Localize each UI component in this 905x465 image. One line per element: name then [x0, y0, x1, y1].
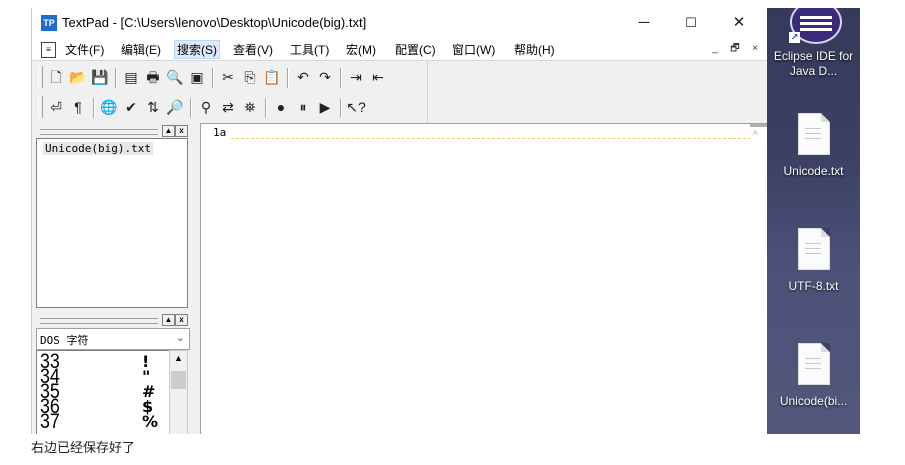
web-browser-icon[interactable]: 🌐	[99, 97, 119, 117]
editor-vertical-scrollbar[interactable]: ^	[750, 124, 767, 434]
text-file-icon[interactable]	[798, 113, 830, 155]
indent-icon[interactable]: ⇥	[346, 67, 366, 87]
toolbar-separator	[340, 68, 342, 88]
toolbar-separator	[93, 98, 95, 118]
save-all-icon[interactable]: ▤	[121, 67, 141, 87]
menu-search[interactable]: 搜索(S)	[174, 40, 220, 59]
print-preview-icon[interactable]: 🔍	[165, 67, 185, 87]
file-list-item[interactable]: Unicode(big).txt	[43, 142, 153, 155]
clip-code: 37	[40, 410, 60, 433]
clip-pane-grip	[40, 318, 158, 324]
mdi-minimize-button[interactable]: _	[708, 42, 722, 55]
clip-list-scrollbar[interactable]: ▲	[169, 350, 188, 434]
pause-macro-icon[interactable]: ⏸	[293, 97, 313, 117]
sort-icon[interactable]: ⇅	[143, 97, 163, 117]
desktop-label-unicode[interactable]: Unicode.txt	[767, 164, 860, 179]
clip-char: %	[142, 412, 159, 431]
menu-help[interactable]: 帮助(H)	[512, 41, 557, 58]
record-macro-icon[interactable]: ●	[271, 97, 291, 117]
toolbar-separator	[115, 68, 117, 88]
menu-window[interactable]: 窗口(W)	[450, 41, 497, 58]
toolbar-separator	[340, 98, 342, 118]
undo-icon[interactable]: ↶	[293, 67, 313, 87]
file-pane-close-button[interactable]: x	[175, 125, 188, 137]
toolbar-separator	[287, 68, 289, 88]
replace-icon[interactable]: ⇄	[218, 97, 238, 117]
desktop-label-unicode-big[interactable]: Unicode(bi...	[767, 394, 860, 409]
window-title: TextPad - [C:\Users\lenovo\Desktop\Unico…	[62, 15, 367, 30]
toolbar-separator	[265, 98, 267, 118]
menu-file[interactable]: 文件(F)	[63, 41, 106, 58]
search-toolbar: ⏎ ¶ 🌐 ✔ ⇅ 🔎 ⚲ ⇄ ⛯ ● ⏸ ▶ ↖?	[46, 97, 446, 119]
editor-line[interactable]: 1a	[213, 126, 226, 139]
current-line-indicator	[231, 138, 751, 139]
desktop-background: ↗ Eclipse IDE for Java D... Unicode.txt …	[767, 8, 860, 434]
clip-pane-header[interactable]: ▲ x	[36, 314, 188, 326]
eclipse-label-text: Eclipse IDE for Java D...	[773, 49, 854, 78]
scroll-up-icon[interactable]: ^	[753, 130, 758, 141]
find-icon[interactable]: ⚲	[196, 97, 216, 117]
spell-check-icon[interactable]: ✔	[121, 97, 141, 117]
copy-icon[interactable]: ⎘	[240, 67, 260, 87]
menu-macros[interactable]: 宏(M)	[344, 41, 378, 58]
mdi-close-button[interactable]: ×	[748, 42, 762, 55]
document-menu-icon[interactable]: ≡	[41, 42, 56, 58]
cut-icon[interactable]: ✂	[218, 67, 238, 87]
save-icon[interactable]: 💾	[90, 67, 110, 87]
standard-toolbar: 🗋 📂 💾 ▤ 🖶 🔍 ▣ ✂ ⎘ 📋 ↶ ↷ ⇥ ⇤	[46, 67, 446, 89]
chevron-down-icon: ⌄	[175, 332, 185, 344]
title-bar[interactable]: TP TextPad - [C:\Users\lenovo\Desktop\Un…	[32, 8, 767, 38]
redo-icon[interactable]: ↷	[315, 67, 335, 87]
file-pane-grip	[40, 129, 158, 135]
outdent-icon[interactable]: ⇤	[368, 67, 388, 87]
scroll-up-icon[interactable]: ▲	[172, 353, 185, 365]
textpad-window: TP TextPad - [C:\Users\lenovo\Desktop\Un…	[31, 8, 767, 434]
mdi-restore-button[interactable]: 🗗	[728, 42, 742, 55]
minimize-button[interactable]: ─	[621, 8, 667, 38]
new-file-icon[interactable]: 🗋	[46, 67, 66, 87]
paste-icon[interactable]: 📋	[262, 67, 282, 87]
toolbar-separator	[190, 98, 192, 118]
context-help-icon[interactable]: ↖?	[346, 97, 366, 117]
text-file-icon[interactable]	[798, 343, 830, 385]
textpad-app-icon[interactable]: TP	[41, 15, 57, 31]
open-file-icon[interactable]: 📂	[68, 67, 88, 87]
menu-configure[interactable]: 配置(C)	[393, 41, 438, 58]
clip-library-selected: DOS 字符	[40, 334, 89, 347]
clip-pane-close-button[interactable]: x	[175, 314, 188, 326]
workspace-icon[interactable]: ▣	[187, 67, 207, 87]
toolbar-separator	[212, 68, 214, 88]
file-pane-header[interactable]: ▲ x	[36, 125, 188, 137]
document-selector-pane: Unicode(big).txt	[36, 138, 188, 308]
scroll-thumb[interactable]	[171, 371, 186, 389]
toolbar-grip[interactable]	[38, 66, 43, 88]
play-macro-icon[interactable]: ▶	[315, 97, 335, 117]
show-paragraph-icon[interactable]: ¶	[68, 97, 88, 117]
editor-area[interactable]: 1a ^	[200, 123, 767, 434]
clip-library-select[interactable]: DOS 字符 ⌄	[36, 328, 190, 350]
menu-tools[interactable]: 工具(T)	[288, 41, 331, 58]
toolbar-divider	[427, 61, 428, 125]
print-icon[interactable]: 🖶	[143, 67, 163, 87]
file-pane-up-button[interactable]: ▲	[162, 125, 175, 137]
clip-list[interactable]: 33 ! 34 " 35 # 36 $ 37 %	[36, 350, 170, 434]
desktop-label-eclipse[interactable]: Eclipse IDE for Java D...	[767, 49, 860, 79]
toolbar-area: 🗋 📂 💾 ▤ 🖶 🔍 ▣ ✂ ⎘ 📋 ↶ ↷ ⇥ ⇤ ⏎ ¶ 🌐 ✔ ⇅ 🔎 ⚲ ⇄ ⛯ ● ⏸ ▶ ↖?	[32, 60, 767, 125]
word-wrap-icon[interactable]: ⏎	[46, 97, 66, 117]
binoculars-icon[interactable]: ⛯	[240, 97, 260, 117]
menu-bar: ≡ 文件(F) 编辑(E) 搜索(S) 查看(V) 工具(T) 宏(M) 配置(…	[32, 38, 767, 60]
close-button[interactable]: ✕	[716, 8, 762, 38]
toolbar-grip[interactable]	[38, 96, 43, 118]
desktop-label-utf8[interactable]: UTF-8.txt	[767, 279, 860, 294]
maximize-button[interactable]: ☐	[668, 8, 714, 38]
text-file-icon[interactable]	[798, 228, 830, 270]
find-in-files-icon[interactable]: 🔎	[165, 97, 185, 117]
menu-edit[interactable]: 编辑(E)	[119, 41, 163, 58]
caption-text: 右边已经保存好了	[31, 440, 136, 455]
clip-pane-up-button[interactable]: ▲	[162, 314, 175, 326]
shortcut-arrow-icon: ↗	[789, 32, 800, 43]
menu-view[interactable]: 查看(V)	[231, 41, 275, 58]
split-handle[interactable]	[750, 124, 767, 127]
